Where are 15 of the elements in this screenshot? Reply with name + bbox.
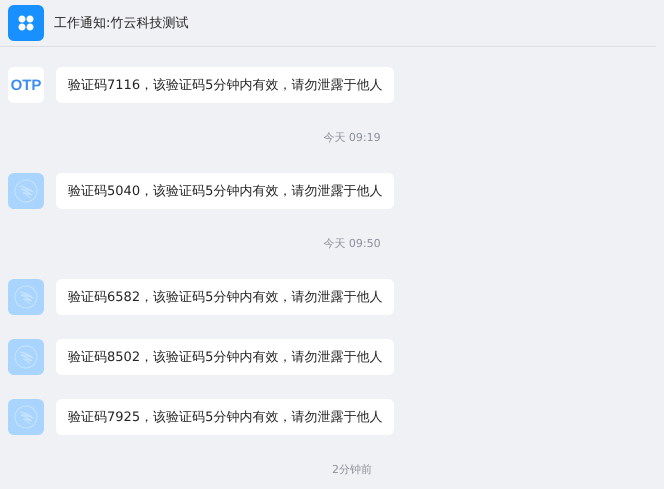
feather-icon (8, 279, 44, 315)
timestamp: 2分钟前 (332, 462, 372, 478)
timestamp: 今天 09:50 (323, 236, 381, 252)
chat-title: 工作通知:竹云科技测试 (54, 15, 188, 32)
message-bubble: 验证码5040，该验证码5分钟内有效，请勿泄露于他人 (56, 173, 394, 209)
feather-icon (8, 399, 44, 435)
timestamp: 今天 09:19 (323, 130, 381, 146)
message-bubble: 验证码7116，该验证码5分钟内有效，请勿泄露于他人 (56, 67, 394, 103)
message-bubble: 验证码8502，该验证码5分钟内有效，请勿泄露于他人 (56, 339, 394, 375)
feather-icon (8, 173, 44, 209)
app-icon (8, 5, 44, 41)
sender-avatar: OTP (8, 67, 44, 103)
message-bubble: 验证码7925，该验证码5分钟内有效，请勿泄露于他人 (56, 399, 394, 435)
message-bubble: 验证码6582，该验证码5分钟内有效，请勿泄露于他人 (56, 279, 394, 315)
feather-icon (8, 339, 44, 375)
